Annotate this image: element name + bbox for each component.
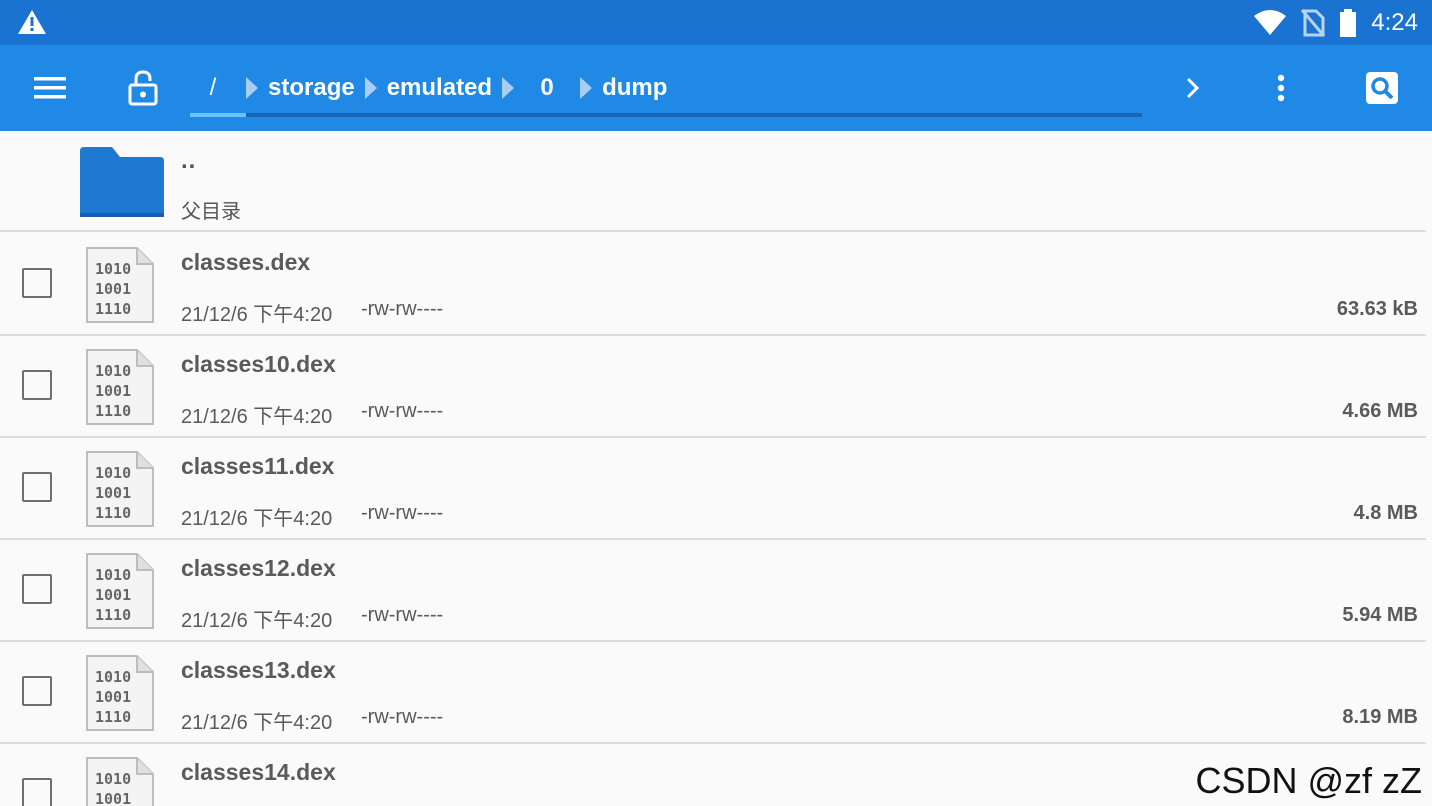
breadcrumb-dump[interactable]: dump [602,74,667,102]
lock-button[interactable] [120,65,166,111]
file-date: 21/12/6 下午4:20 [181,304,333,326]
svg-text:1001: 1001 [95,790,131,806]
file-row[interactable]: 1010 1001 1110 classes13.dex 21/12/6 下午4… [0,642,1426,744]
search-button[interactable] [1360,67,1404,109]
binary-file-icon: 1010 1001 1110 [86,451,154,527]
file-permissions: -rw-rw---- [361,400,444,422]
file-permissions: -rw-rw---- [361,706,444,728]
breadcrumb-separator-icon [240,73,264,103]
more-vert-icon [1277,74,1285,102]
file-checkbox[interactable] [22,370,52,400]
file-size: 4.66 MB [1342,400,1418,422]
search-icon [1366,72,1398,104]
parent-directory-label: 父目录 [181,201,241,223]
file-size: 5.94 MB [1342,604,1418,626]
parent-directory-name: .. [181,147,197,174]
file-checkbox[interactable] [22,778,52,806]
breadcrumb-0[interactable]: 0 [524,74,570,102]
svg-text:1001: 1001 [95,586,131,604]
svg-text:1110: 1110 [95,300,131,318]
breadcrumb-storage[interactable]: storage [268,74,355,102]
file-row[interactable]: 1010 1001 1110 classes.dex 21/12/6 下午4:2… [0,234,1426,336]
file-row[interactable]: 1010 1001 1110 classes11.dex 21/12/6 下午4… [0,438,1426,540]
folder-icon [80,147,164,217]
binary-file-icon: 1010 1001 1110 [86,655,154,731]
breadcrumb: / storage emulated 0 dump [190,67,1142,109]
breadcrumb-scroll-thumb [190,113,246,117]
no-sim-icon [1301,9,1326,37]
breadcrumb-emulated[interactable]: emulated [387,74,492,102]
warning-icon [18,10,46,34]
file-name: classes14.dex [181,759,336,785]
file-size: 63.63 kB [1336,298,1418,320]
breadcrumb-separator-icon [574,73,598,103]
file-name: classes10.dex [181,351,336,377]
svg-text:1010: 1010 [95,464,131,482]
more-options-button[interactable] [1262,67,1300,109]
wifi-icon [1254,10,1287,35]
file-size: 4.8 MB [1353,502,1418,524]
file-name: classes11.dex [181,453,335,479]
svg-text:1010: 1010 [95,668,131,686]
svg-text:1001: 1001 [95,484,131,502]
file-permissions: -rw-rw---- [361,502,444,524]
binary-file-icon: 1010 1001 1110 [86,757,154,806]
file-date: 21/12/6 下午4:20 [181,712,333,734]
file-size: 8.19 MB [1342,706,1418,728]
file-checkbox[interactable] [22,676,52,706]
file-name: classes13.dex [181,657,336,683]
breadcrumb-separator-icon [359,73,383,103]
menu-icon [34,77,66,99]
battery-icon [1340,9,1357,37]
watermark: CSDN @zf zZ [1195,760,1422,801]
file-permissions: -rw-rw---- [361,604,444,626]
svg-text:1001: 1001 [95,382,131,400]
clock: 4:24 [1371,9,1418,36]
svg-text:1010: 1010 [95,566,131,584]
breadcrumb-root[interactable]: / [190,74,236,102]
file-name: classes12.dex [181,555,336,581]
file-checkbox[interactable] [22,472,52,502]
forward-button[interactable] [1172,67,1214,109]
binary-file-icon: 1010 1001 1110 [86,247,154,323]
svg-text:1001: 1001 [95,280,131,298]
file-date: 21/12/6 下午4:20 [181,406,333,428]
file-name: classes.dex [181,249,311,275]
file-row[interactable]: 1010 1001 1110 classes12.dex 21/12/6 下午4… [0,540,1426,642]
file-row[interactable]: 1010 1001 1110 classes10.dex 21/12/6 下午4… [0,336,1426,438]
file-date: 21/12/6 下午4:20 [181,610,333,632]
menu-button[interactable] [26,67,74,109]
status-bar: 4:24 [0,0,1432,45]
chevron-right-icon [1186,77,1200,99]
file-checkbox[interactable] [22,574,52,604]
file-permissions: -rw-rw---- [361,298,444,320]
binary-file-icon: 1010 1001 1110 [86,553,154,629]
toolbar: / storage emulated 0 dump [0,45,1432,131]
svg-text:1110: 1110 [95,708,131,726]
file-checkbox[interactable] [22,268,52,298]
svg-text:1110: 1110 [95,402,131,420]
breadcrumb-scroll-indicator [190,113,1142,117]
svg-text:1010: 1010 [95,362,131,380]
svg-text:1010: 1010 [95,260,131,278]
svg-text:1110: 1110 [95,504,131,522]
svg-text:1001: 1001 [95,688,131,706]
file-list: .. 父目录 1010 1001 1110 classes.dex 21/12/… [0,131,1432,806]
svg-text:1110: 1110 [95,606,131,624]
breadcrumb-separator-icon [496,73,520,103]
parent-directory-row[interactable]: .. 父目录 [0,131,1426,232]
file-date: 21/12/6 下午4:20 [181,508,333,530]
svg-text:1010: 1010 [95,770,131,788]
lock-icon [128,70,158,106]
binary-file-icon: 1010 1001 1110 [86,349,154,425]
